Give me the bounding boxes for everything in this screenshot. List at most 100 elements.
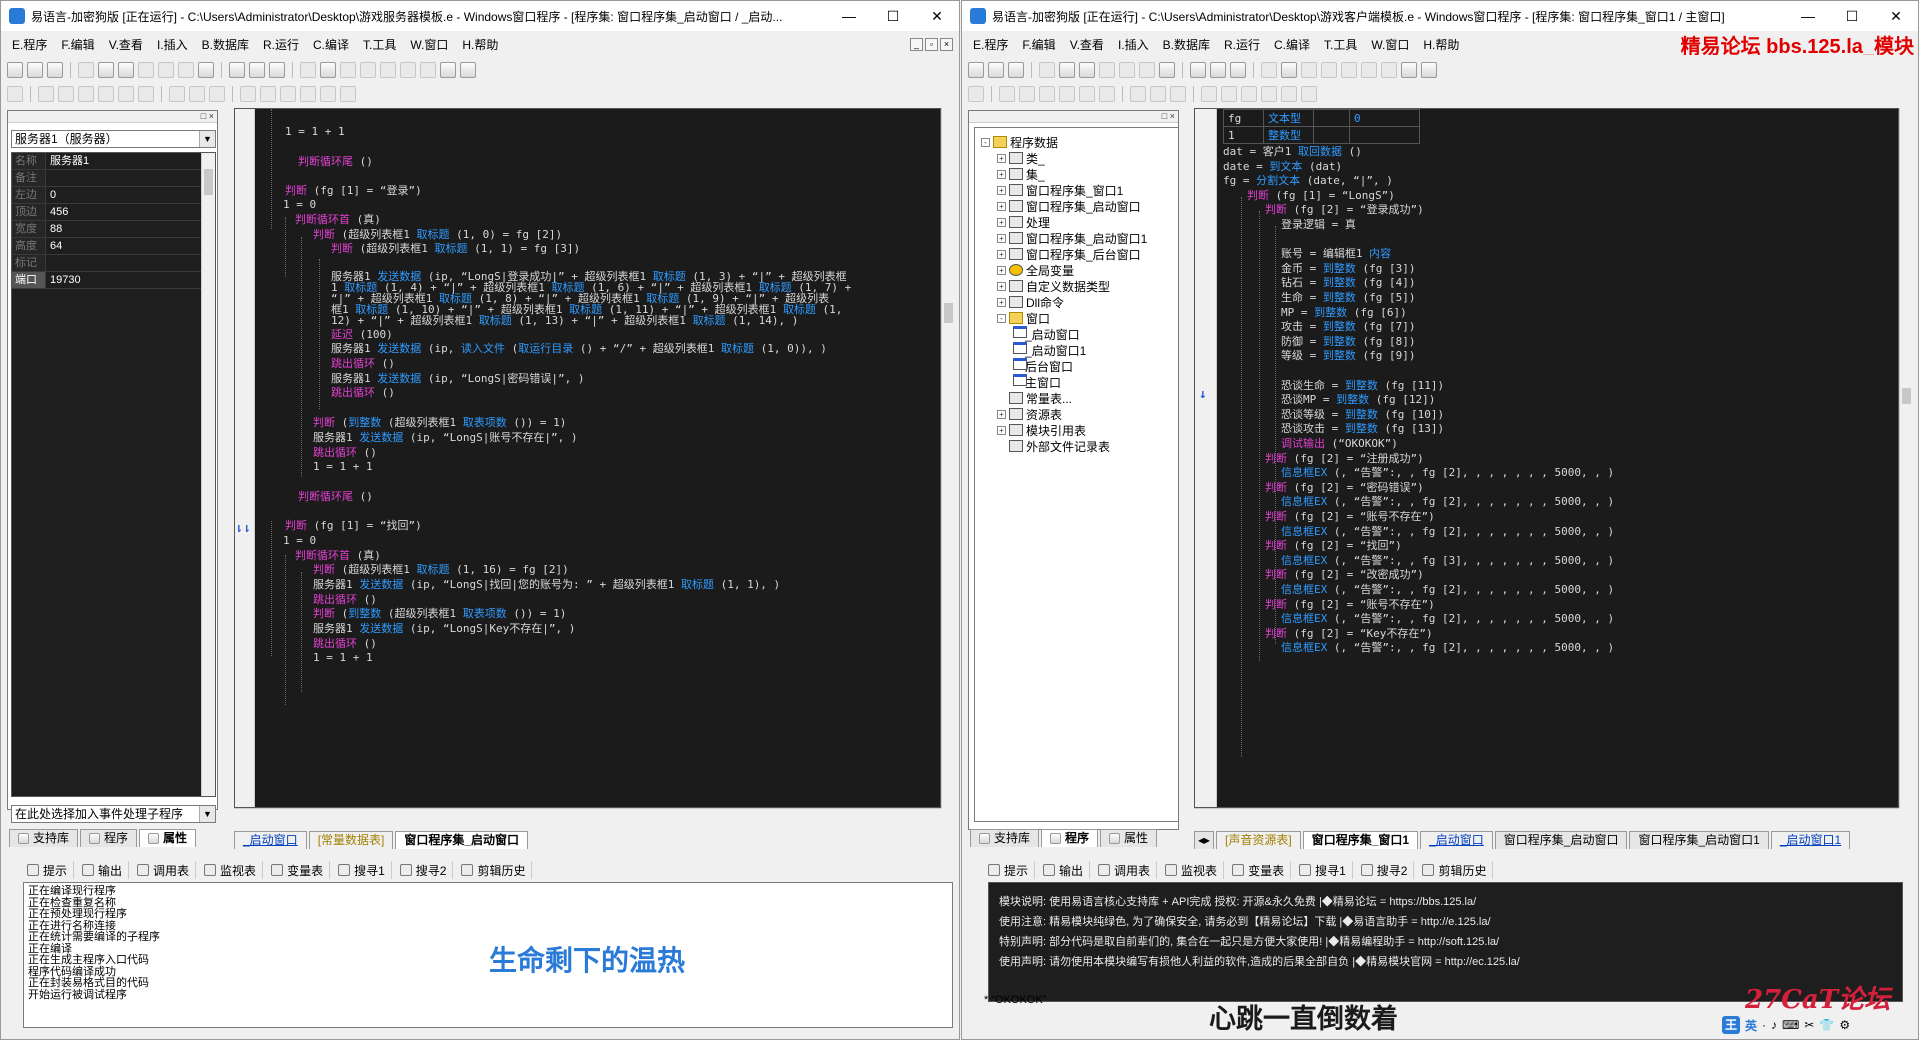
code-line[interactable]: 信息框EX (, “告警”:, , fg [2], , , , , , , 50…	[1281, 495, 1614, 509]
code-line[interactable]: 服务器1 发送数据 (ip, “LongS|密码错误|”, )	[331, 372, 584, 386]
menu-run[interactable]: R.运行	[256, 36, 306, 53]
property-value[interactable]	[46, 170, 215, 186]
align-top-icon[interactable]	[1059, 86, 1075, 102]
tab-var-table[interactable]: 变量表	[1226, 861, 1292, 879]
code-line[interactable]: 恐谈MP = 到整数 (fg [12])	[1281, 393, 1435, 407]
left-editor-vscroll[interactable]	[941, 108, 955, 808]
property-scrollbar[interactable]	[201, 153, 215, 796]
delete-icon[interactable]	[1099, 62, 1115, 78]
property-value[interactable]: 456	[46, 204, 215, 220]
close-button[interactable]: ✕	[1874, 8, 1918, 25]
property-value[interactable]	[46, 255, 215, 271]
code-line[interactable]: 判断 (fg [1] = “找回”)	[285, 519, 422, 533]
tree-item[interactable]: 常量表...	[997, 390, 1072, 406]
code-line[interactable]: 信息框EX (, “告警”:, , fg [2], , , , , , , 50…	[1281, 525, 1614, 539]
align-bottom-icon[interactable]	[1099, 86, 1115, 102]
code-line[interactable]: 等级 = 到整数 (fg [9])	[1281, 349, 1415, 363]
tab-clip-history[interactable]: 剪辑历史	[455, 861, 533, 879]
code-line[interactable]: 跳出循环 ()	[313, 637, 377, 651]
menu-view[interactable]: V.查看	[1063, 36, 1111, 53]
expand-icon[interactable]: +	[997, 249, 1006, 259]
code-line[interactable]: 登录逻辑 = 真	[1281, 218, 1356, 232]
code-line[interactable]: 防御 = 到整数 (fg [8])	[1281, 335, 1415, 349]
code-line[interactable]: 跳出循环 ()	[313, 593, 377, 607]
code-line[interactable]: 服务器1 发送数据 (ip, “LongS|Key不存在|”, )	[313, 622, 575, 636]
left-editor-hscroll[interactable]	[234, 808, 941, 822]
variable-cell[interactable]	[1313, 109, 1350, 127]
tree-item[interactable]: 后台窗口	[1013, 358, 1073, 374]
editor-tab-start-assembly1[interactable]: 窗口程序集_启动窗口1	[1629, 831, 1769, 849]
editor-tab-start-assembly[interactable]: 窗口程序集_启动窗口	[1494, 831, 1628, 849]
menu-database[interactable]: B.数据库	[195, 36, 256, 53]
new-file-icon[interactable]	[968, 62, 984, 78]
property-row[interactable]: 顶边 456	[12, 204, 215, 221]
tree-item[interactable]: + 全局变量	[997, 262, 1074, 278]
code-line[interactable]: 账号 = 编辑框1 内容	[1281, 247, 1391, 261]
new-file-icon[interactable]	[7, 62, 23, 78]
stop-icon[interactable]	[1281, 62, 1297, 78]
maximize-button[interactable]: ☐	[1830, 8, 1874, 25]
event-combo[interactable]: 在此处选择加入事件处理子程序 ▼	[11, 805, 216, 823]
code-line[interactable]: 跳出循环 ()	[331, 357, 395, 371]
code-line[interactable]: 生命 = 到整数 (fg [5])	[1281, 291, 1415, 305]
tab-search1[interactable]: 搜寻1	[332, 861, 392, 879]
tree-item[interactable]: + Dll命令	[997, 294, 1064, 310]
tab-program[interactable]: 程序	[1041, 829, 1099, 847]
binoculars-icon[interactable]	[460, 62, 476, 78]
copy-icon[interactable]	[98, 62, 114, 78]
tab-output[interactable]: 输出	[76, 861, 130, 879]
code-line[interactable]: 信息框EX (, “告警”:, , fg [2], , , , , , , 50…	[1281, 612, 1614, 626]
code-line[interactable]: 调试输出 (“OKOKOK”)	[1281, 437, 1398, 451]
tab-support-lib[interactable]: 支持库	[9, 829, 79, 847]
code-line[interactable]: 信息框EX (, “告警”:, , fg [2], , , , , , , 50…	[1281, 641, 1614, 655]
code-line[interactable]: 延迟 (100)	[331, 328, 393, 342]
code-line[interactable]: 判断 (到整数 (超级列表框1 取表项数 ()) = 1)	[313, 416, 566, 430]
same-size-icon[interactable]	[1170, 86, 1186, 102]
code-line[interactable]: 信息框EX (, “告警”:, , fg [2], , , , , , , 50…	[1281, 466, 1614, 480]
close-icon[interactable]: □ ×	[1162, 111, 1175, 121]
mdi-minimize-icon[interactable]: _	[910, 37, 923, 51]
code-line[interactable]: 金币 = 到整数 (fg [3])	[1281, 262, 1415, 276]
step-over-icon[interactable]	[1321, 62, 1337, 78]
tab-program[interactable]: 程序	[80, 829, 138, 847]
tree-item[interactable]: - 窗口	[997, 310, 1050, 326]
property-value[interactable]: 19730	[46, 272, 215, 288]
step-into-icon[interactable]	[1361, 62, 1377, 78]
align-right-icon[interactable]	[1039, 86, 1055, 102]
code-line[interactable]: 判断 (fg [2] = “注册成功”)	[1265, 452, 1424, 466]
layout-icon[interactable]	[1190, 62, 1206, 78]
tree-item[interactable]: + 资源表	[997, 406, 1062, 422]
redo-icon[interactable]	[1139, 62, 1155, 78]
align-middle-icon[interactable]	[1079, 86, 1095, 102]
tree-item[interactable]: + 窗口程序集_启动窗口1	[997, 230, 1147, 246]
align-center-icon[interactable]	[1019, 86, 1035, 102]
h-spacing-icon[interactable]	[240, 86, 256, 102]
collapse-icon[interactable]: -	[997, 313, 1006, 323]
step-into-icon[interactable]	[400, 62, 416, 78]
editor-tab-start-window1[interactable]: _启动窗口1	[1770, 831, 1851, 849]
property-value[interactable]: 服务器1	[46, 153, 215, 169]
expand-icon[interactable]: +	[997, 297, 1006, 307]
delete-icon[interactable]	[138, 62, 154, 78]
code-line[interactable]: 判断 (fg [1] = “LongS”)	[1247, 189, 1395, 203]
mdi-close-icon[interactable]: ×	[940, 37, 953, 51]
center-h-icon[interactable]	[1241, 86, 1257, 102]
tree-item[interactable]: + 自定义数据类型	[997, 278, 1110, 294]
editor-tab-sound-res[interactable]: [声音资源表]	[1216, 831, 1301, 849]
center-v-icon[interactable]	[1261, 86, 1277, 102]
menu-edit[interactable]: F.编辑	[54, 36, 101, 53]
undo-icon[interactable]	[1119, 62, 1135, 78]
menu-tools[interactable]: T.工具	[1317, 36, 1364, 53]
align-left-icon[interactable]	[38, 86, 54, 102]
tree-item[interactable]: _启动窗口1	[1013, 342, 1086, 358]
tree-item[interactable]: + 处理	[997, 214, 1050, 230]
binoculars-icon[interactable]	[1421, 62, 1437, 78]
tab-search2[interactable]: 搜寻2	[394, 861, 454, 879]
tab-support-lib[interactable]: 支持库	[970, 829, 1040, 847]
expand-icon[interactable]: +	[997, 185, 1006, 195]
property-value[interactable]: 64	[46, 238, 215, 254]
code-line[interactable]: 判断 (fg [2] = “Key不存在”)	[1265, 627, 1433, 641]
code-line[interactable]: 判断 (fg [2] = “改密成功”)	[1265, 568, 1424, 582]
variable-cell[interactable]	[1313, 126, 1350, 144]
same-width-icon[interactable]	[169, 86, 185, 102]
